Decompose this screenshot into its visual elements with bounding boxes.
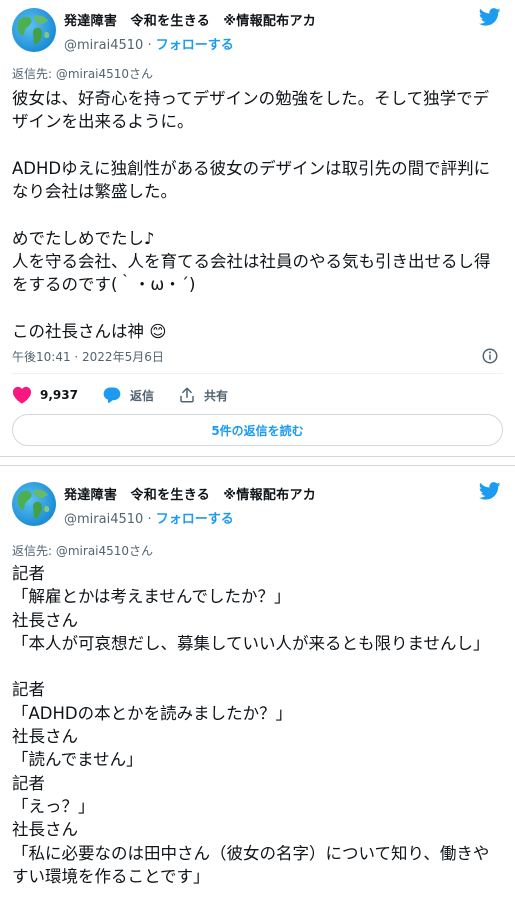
read-replies-button[interactable]: 5件の返信を読む: [12, 414, 503, 446]
follow-button[interactable]: フォローする: [156, 512, 234, 527]
heart-icon: [12, 386, 32, 404]
tweet-card-1: 発達障害 令和を生きる ※情報配布アカ @mirai4510 · フォローする …: [0, 0, 515, 457]
display-name[interactable]: 発達障害 令和を生きる ※情報配布アカ: [64, 484, 316, 503]
tweet-text: 彼女は、好奇心を持ってデザインの勉強をした。そして独学でデザインを出来るように。…: [12, 87, 501, 343]
share-icon: [180, 387, 194, 403]
tweet-body: 記者 「解雇とかは考えませんでしたか？」 社長さん 「本人が可哀想だし、募集して…: [12, 564, 490, 886]
user-handle[interactable]: @mirai4510: [64, 512, 143, 527]
separator-dot: ·: [147, 38, 152, 53]
display-name[interactable]: 発達障害 令和を生きる ※情報配布アカ: [64, 10, 316, 29]
tweet-header: 発達障害 令和を生きる ※情報配布アカ @mirai4510 · フォローする: [12, 482, 503, 527]
avatar-globe-icon: [17, 15, 50, 45]
timestamp[interactable]: 午後10:41 · 2022年5月6日: [12, 350, 164, 364]
separator-dot: ·: [147, 512, 152, 527]
twitter-bird-icon[interactable]: [479, 482, 501, 500]
reply-to-label[interactable]: 返信先: @mirai4510さん: [12, 542, 153, 559]
tweet-header: 発達障害 令和を生きる ※情報配布アカ @mirai4510 · フォローする: [12, 8, 503, 53]
reply-icon: [103, 387, 121, 404]
share-button[interactable]: 共有: [178, 383, 228, 407]
info-icon[interactable]: [481, 347, 499, 365]
reply-to-label[interactable]: 返信先: @mirai4510さん: [12, 65, 153, 82]
reply-label: 返信: [130, 388, 155, 403]
like-button[interactable]: 9,937: [12, 383, 78, 407]
divider: [12, 373, 503, 374]
smiling-face-emoji: 😊: [149, 321, 167, 341]
tweet-body: 彼女は、好奇心を持ってデザインの勉強をした。そして独学でデザインを出来るように。…: [12, 89, 491, 341]
tweet-card-2: 発達障害 令和を生きる ※情報配布アカ @mirai4510 · フォローする …: [0, 466, 515, 902]
avatar-globe-icon: [17, 489, 50, 519]
tweet-gap: [0, 457, 515, 466]
avatar[interactable]: [12, 482, 56, 526]
like-count: 9,937: [40, 388, 78, 402]
share-label: 共有: [204, 388, 229, 403]
twitter-bird-icon[interactable]: [479, 8, 501, 26]
avatar[interactable]: [12, 8, 56, 52]
follow-button[interactable]: フォローする: [156, 38, 234, 53]
reply-button[interactable]: 返信: [102, 383, 154, 407]
user-handle[interactable]: @mirai4510: [64, 38, 143, 53]
